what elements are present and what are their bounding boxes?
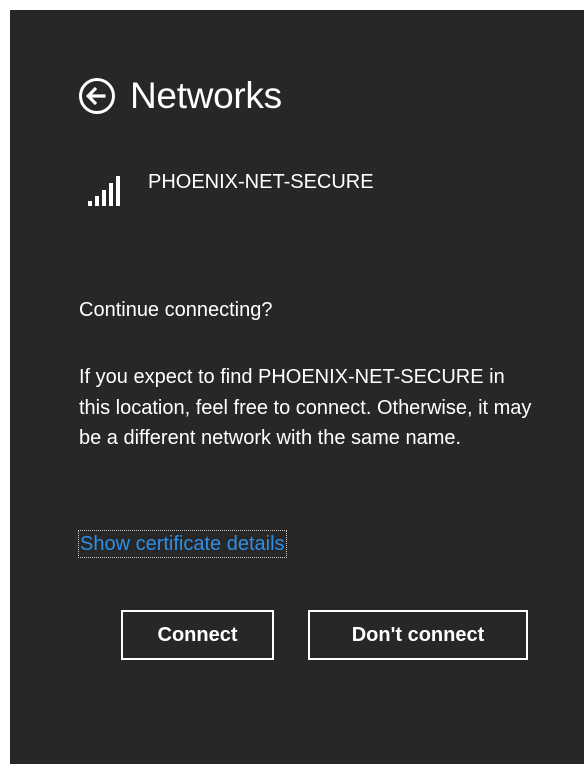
panel-header: Networks [78,72,282,120]
network-name: PHOENIX-NET-SECURE [148,171,374,193]
connect-message: If you expect to find PHOENIX-NET-SECURE… [79,366,532,449]
dont-connect-button[interactable]: Don't connect [308,610,528,660]
page-title: Networks [130,75,282,116]
network-item: PHOENIX-NET-SECURE [88,170,374,206]
wifi-signal-bars-icon [88,176,120,206]
connect-prompt: Continue connecting? [79,299,273,321]
connect-button[interactable]: Connect [121,610,274,660]
network-connect-panel: Networks PHOENIX-NET-SECURE Continue con… [10,10,584,764]
show-certificate-link[interactable]: Show certificate details [78,530,287,558]
back-arrow-circle-icon[interactable] [78,77,116,115]
